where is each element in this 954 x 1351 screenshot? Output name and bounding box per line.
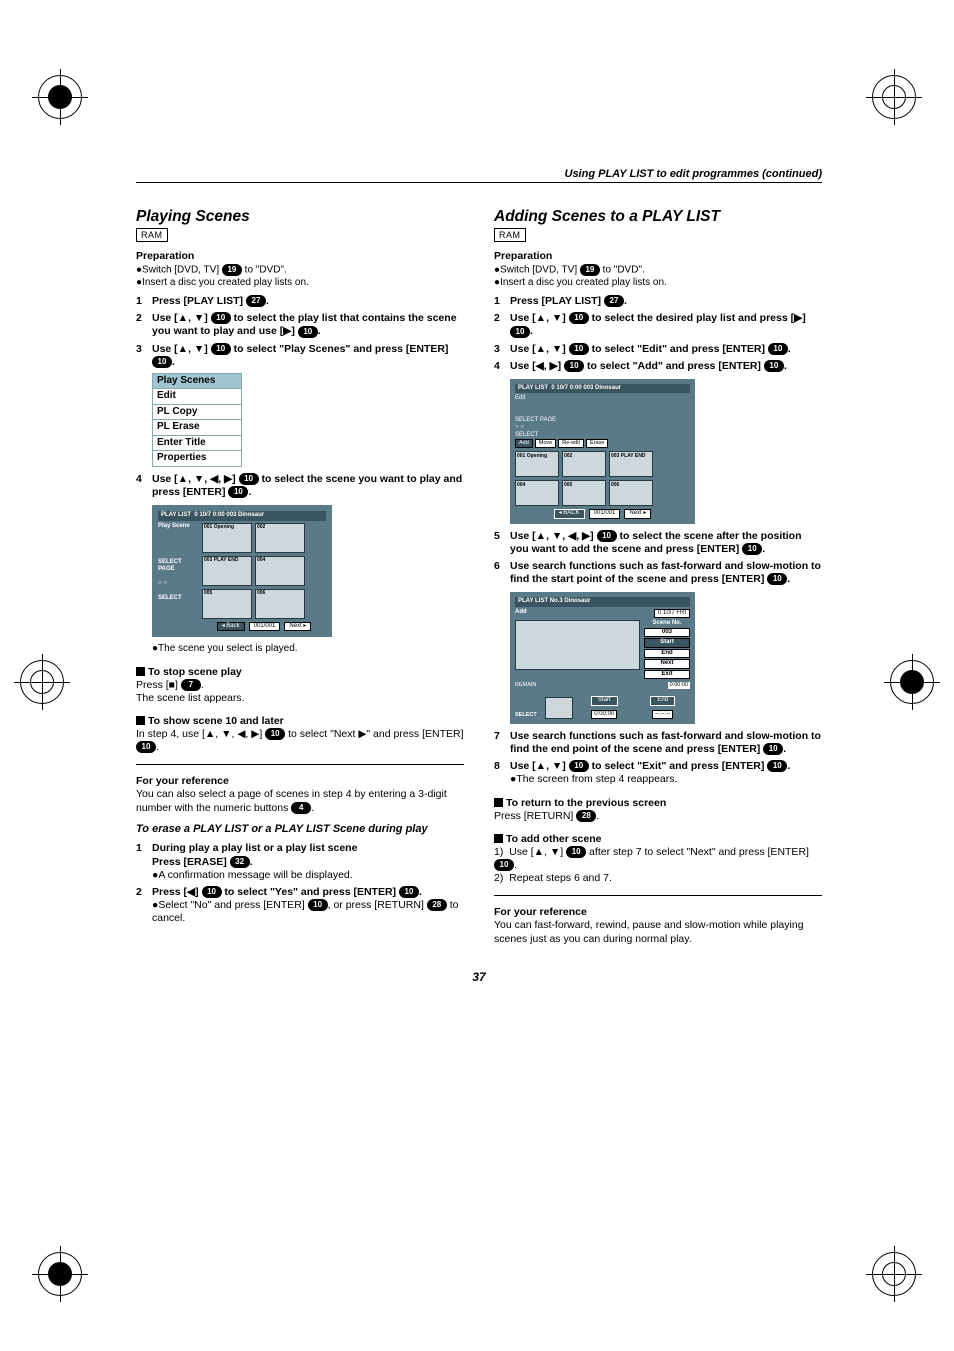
reg-mark — [872, 1252, 916, 1296]
section-title: Adding Scenes to a PLAY LIST — [494, 207, 822, 226]
menu-item: PL Copy — [152, 405, 242, 421]
prep-item: ●Switch [DVD, TV] 19 to "DVD". — [136, 264, 464, 277]
body-text: In step 4, use [▲, ▼, ◀, ▶] 10 to select… — [136, 728, 464, 754]
sub-heading: To add other scene — [494, 833, 822, 846]
reg-mark — [890, 660, 934, 704]
steps-list: 1During play a play list or a play list … — [136, 842, 464, 925]
left-column: Playing Scenes RAM Preparation ●Switch [… — [136, 207, 464, 946]
osd-edit: PLAY LIST 0 10/7 0:00 003 Dinosaur Edit … — [510, 379, 695, 524]
step: 4Use [◀, ▶] 10 to select "Add" and press… — [494, 360, 822, 373]
prep-item: ●Insert a disc you created play lists on… — [136, 277, 464, 290]
reg-mark — [20, 660, 64, 704]
reg-mark — [38, 75, 82, 119]
ram-badge: RAM — [136, 228, 168, 242]
step: 2Use [▲, ▼] 10 to select the desired pla… — [494, 312, 822, 338]
step: 1Press [PLAY LIST] 27. — [136, 295, 464, 308]
menu-item: PL Erase — [152, 420, 242, 436]
menu-item: Enter Title — [152, 436, 242, 452]
erase-heading: To erase a PLAY LIST or a PLAY LIST Scen… — [136, 823, 464, 837]
divider — [136, 764, 464, 765]
step: 5Use [▲, ▼, ◀, ▶] 10 to select the scene… — [494, 530, 822, 556]
prep-item: ●Switch [DVD, TV] 19 to "DVD". — [494, 264, 822, 277]
steps-list: 4Use [▲, ▼, ◀, ▶] 10 to select the scene… — [136, 473, 464, 499]
step: 3Use [▲, ▼] 10 to select "Edit" and pres… — [494, 343, 822, 356]
steps-list: 1Press [PLAY LIST] 27. 2Use [▲, ▼] 10 to… — [136, 295, 464, 369]
menu-item: Properties — [152, 451, 242, 467]
sub-heading: To show scene 10 and later — [136, 715, 464, 728]
note: ●The scene you select is played. — [152, 643, 464, 656]
step: 3Use [▲, ▼] 10 to select "Play Scenes" a… — [136, 343, 464, 369]
step: 2Press [◀] 10 to select "Yes" and press … — [136, 886, 464, 925]
steps-list: 1Press [PLAY LIST] 27. 2Use [▲, ▼] 10 to… — [494, 295, 822, 373]
sub-heading: To stop scene play — [136, 666, 464, 679]
sub-heading: To return to the previous screen — [494, 797, 822, 810]
steps-list: 5Use [▲, ▼, ◀, ▶] 10 to select the scene… — [494, 530, 822, 587]
body-text: The scene list appears. — [136, 692, 464, 705]
page-number: 37 — [136, 970, 822, 984]
step: 1Press [PLAY LIST] 27. — [494, 295, 822, 308]
content-area: Using PLAY LIST to edit programmes (cont… — [136, 70, 822, 984]
manual-page: Using PLAY LIST to edit programmes (cont… — [0, 0, 954, 1351]
osd-add: PLAY LIST No.3 Dinosaur Add 0 10/7 FRI S… — [510, 592, 695, 724]
reference-heading: For your reference — [136, 775, 464, 788]
step: 1During play a play list or a play list … — [136, 842, 464, 881]
steps-list: 7Use search functions such as fast-forwa… — [494, 730, 822, 787]
section-title: Playing Scenes — [136, 207, 464, 226]
badge-19: 19 — [222, 264, 242, 276]
preparation-label: Preparation — [494, 250, 822, 263]
reg-mark — [38, 1252, 82, 1296]
reference-heading: For your reference — [494, 906, 822, 919]
osd-play-scene: PLAY LIST 0 10/7 0:00 003 Dinosaur Play … — [152, 505, 332, 637]
step: 8Use [▲, ▼] 10 to select "Exit" and pres… — [494, 760, 822, 786]
body-text: You can fast-forward, rewind, pause and … — [494, 919, 822, 945]
reg-mark — [872, 75, 916, 119]
right-column: Adding Scenes to a PLAY LIST RAM Prepara… — [494, 207, 822, 946]
preparation-label: Preparation — [136, 250, 464, 263]
divider — [494, 895, 822, 896]
running-head: Using PLAY LIST to edit programmes (cont… — [136, 168, 822, 183]
body-text: 2) Repeat steps 6 and 7. — [494, 872, 822, 885]
step: 4Use [▲, ▼, ◀, ▶] 10 to select the scene… — [136, 473, 464, 499]
body-text: Press [■] 7. — [136, 679, 464, 692]
body-text: Press [RETURN] 28. — [494, 810, 822, 823]
body-text: You can also select a page of scenes in … — [136, 788, 464, 814]
ram-badge: RAM — [494, 228, 526, 242]
menu-item: Edit — [152, 389, 242, 405]
prep-item: ●Insert a disc you created play lists on… — [494, 277, 822, 290]
step: 2Use [▲, ▼] 10 to select the play list t… — [136, 312, 464, 338]
menu-item: Play Scenes — [152, 373, 242, 390]
popup-menu: Play Scenes Edit PL Copy PL Erase Enter … — [152, 373, 242, 467]
step: 7Use search functions such as fast-forwa… — [494, 730, 822, 756]
step: 6Use search functions such as fast-forwa… — [494, 560, 822, 586]
body-text: 1) Use [▲, ▼] 10 after step 7 to select … — [494, 846, 822, 872]
